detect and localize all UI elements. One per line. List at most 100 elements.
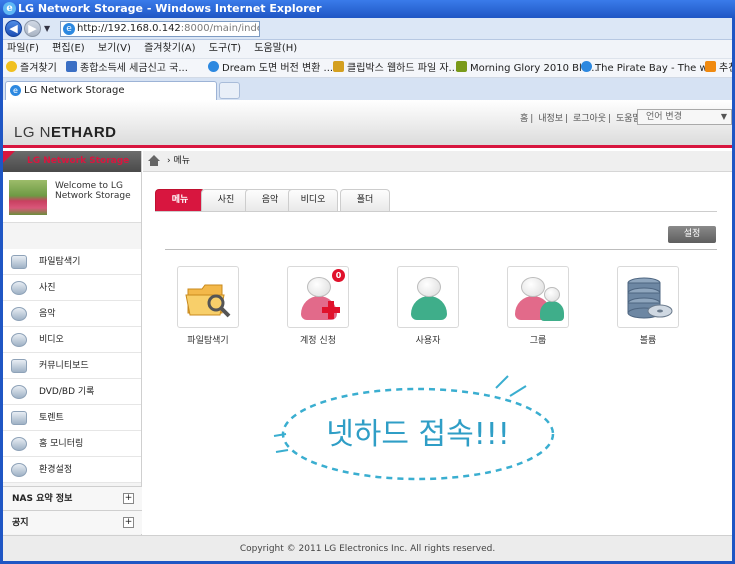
app-label: 파일탐색기 [187,336,229,346]
photo-icon [11,281,27,295]
favorites-button[interactable]: 즐겨찾기 [6,59,57,77]
tab-page-icon: e [10,85,21,96]
community-board-icon [11,359,27,373]
app-account-request[interactable]: 0 [287,266,349,328]
favorite-link[interactable]: Morning Glory 2010 Blu... [456,59,598,77]
welcome-photo [9,180,47,215]
sidebar-item-video[interactable]: 비디오 [3,327,141,353]
menu-bar: 파일(F) 편집(E) 보기(V) 즐겨찾기(A) 도구(T) 도움말(H) [3,40,732,58]
favorite-icon [456,61,467,72]
welcome-text: Welcome to LG Network Storage [55,181,131,201]
tab-photo[interactable]: 사진 [201,189,251,211]
sidebar-title: LG Network Storage [3,151,141,172]
browser-tab-strip: e LG Network Storage [3,78,732,100]
language-select[interactable]: 언어 변경 ▼ [637,109,732,125]
address-bar: ◀ ▶ ▼ e http://192.168.0.142:8000/main/in… [3,18,732,40]
menu-file[interactable]: 파일(F) [7,43,39,54]
app-volume[interactable] [617,266,679,328]
volume-icon [627,277,673,319]
my-info-link[interactable]: 내정보 [538,114,563,124]
file-explorer-icon [11,255,27,269]
logout-link[interactable]: 로그아웃 [573,114,606,124]
favorite-icon [208,61,219,72]
app-label: 그룹 [529,336,547,346]
torrent-icon [11,411,27,425]
user-icon [417,277,441,297]
window-title: LG Network Storage - Windows Internet Ex… [18,2,322,15]
add-plus-icon [322,301,340,319]
home-monitoring-icon [11,437,27,451]
video-icon [11,333,27,347]
sidebar-item-music[interactable]: 음악 [3,301,141,327]
suggested-sites-link[interactable]: 추천 [705,59,732,77]
person-body [540,301,564,321]
ie-logo-icon: e [3,2,16,15]
breadcrumb: › 메뉴 [143,151,732,172]
expand-plus-icon[interactable]: + [123,517,134,528]
star-icon [6,61,17,72]
annotation-overlay: 넷하드 접속!!! [273,375,555,481]
sidebar-item-home-monitoring[interactable]: 홈 모니터링 [3,431,141,457]
chevron-down-icon: ▼ [720,112,727,121]
nas-summary-section[interactable]: NAS 요약 정보 + [3,486,142,510]
app-file-explorer[interactable] [177,266,239,328]
corner-accent [3,151,15,163]
settings-button[interactable]: 설정 [668,226,716,243]
favorite-link[interactable]: The Pirate Bay - The w... [581,59,716,77]
menu-edit[interactable]: 편집(E) [52,43,85,54]
tab-folder[interactable]: 폴더 [340,189,390,211]
disc-burn-icon [11,385,27,399]
person-head [544,287,560,302]
favorites-bar: 즐겨찾기 종합소득세 세금신고 국... Dream 도면 버전 변환 ... … [3,58,732,78]
web-page: LG NETHARD 홈 | 내정보 | 로그아웃 | 도움말 언어 변경 ▼ LG … [3,100,732,561]
music-icon [11,307,27,321]
sidebar-item-disc-burn[interactable]: DVD/BD 기록 [3,379,141,405]
sidebar-item-community-board[interactable]: 커뮤니티보드 [3,353,141,379]
page-icon: e [63,23,75,35]
welcome-box: Welcome to LG Network Storage [3,172,141,223]
menu-tools[interactable]: 도구(T) [209,43,241,54]
app-label: 계정 신청 [300,336,336,346]
favorite-icon [705,61,716,72]
menu-favorites[interactable]: 즐겨찾기(A) [144,43,195,54]
forward-button[interactable]: ▶ [24,20,41,37]
top-links: 홈 | 내정보 | 로그아웃 | 도움말 [520,114,641,124]
favorite-icon [66,61,77,72]
app-user[interactable] [397,266,459,328]
sidebar-item-photo[interactable]: 사진 [3,275,141,301]
file-explorer-icon [185,284,231,318]
app-group[interactable] [507,266,569,328]
url-input[interactable]: ehttp://192.168.0.142:8000/main/index.ht… [60,21,260,37]
app-label: 사용자 [415,336,441,346]
content-divider [165,249,717,250]
tabs-divider [155,211,717,212]
main-content: › 메뉴 메뉴 사진 음악 비디오 폴더 설정 파일탐색기 0 계정 신청 사용… [143,151,732,535]
sidebar-item-settings[interactable]: 환경설정 [3,457,141,483]
menu-view[interactable]: 보기(V) [98,43,131,54]
annotation-text: 넷하드 접속!!! [326,417,510,452]
browser-tab[interactable]: e LG Network Storage [5,81,217,100]
favorite-icon [581,61,592,72]
sidebar-item-file-explorer[interactable]: 파일탐색기 [3,249,141,275]
notice-section[interactable]: 공지 + [3,510,142,534]
home-link[interactable]: 홈 [520,114,528,124]
sidebar-bottom: NAS 요약 정보 + 공지 + [3,486,142,534]
new-tab-button[interactable] [219,82,240,99]
account-request-icon [307,277,331,297]
back-button[interactable]: ◀ [5,20,22,37]
home-icon[interactable] [148,155,161,167]
sidebar-menu: 파일탐색기 사진 음악 비디오 커뮤니티보드 DVD/BD 기록 토렌트 홈 모… [3,249,141,483]
favorite-link[interactable]: 종합소득세 세금신고 국... [66,59,188,77]
tab-video[interactable]: 비디오 [288,189,338,211]
favorite-link[interactable]: 클립박스 웹하드 파일 자... [333,59,458,77]
history-dropdown-icon[interactable]: ▼ [44,24,50,33]
tab-menu[interactable]: 메뉴 [155,189,205,211]
site-logo[interactable]: LG NETHARD [14,124,117,141]
expand-plus-icon[interactable]: + [123,493,134,504]
favorite-link[interactable]: Dream 도면 버전 변환 ... [208,59,333,77]
menu-help[interactable]: 도움말(H) [254,43,297,54]
window-title-bar: e LG Network Storage - Windows Internet … [0,0,735,18]
sidebar-item-torrent[interactable]: 토렌트 [3,405,141,431]
favorite-icon [333,61,344,72]
settings-gear-icon [11,463,27,477]
